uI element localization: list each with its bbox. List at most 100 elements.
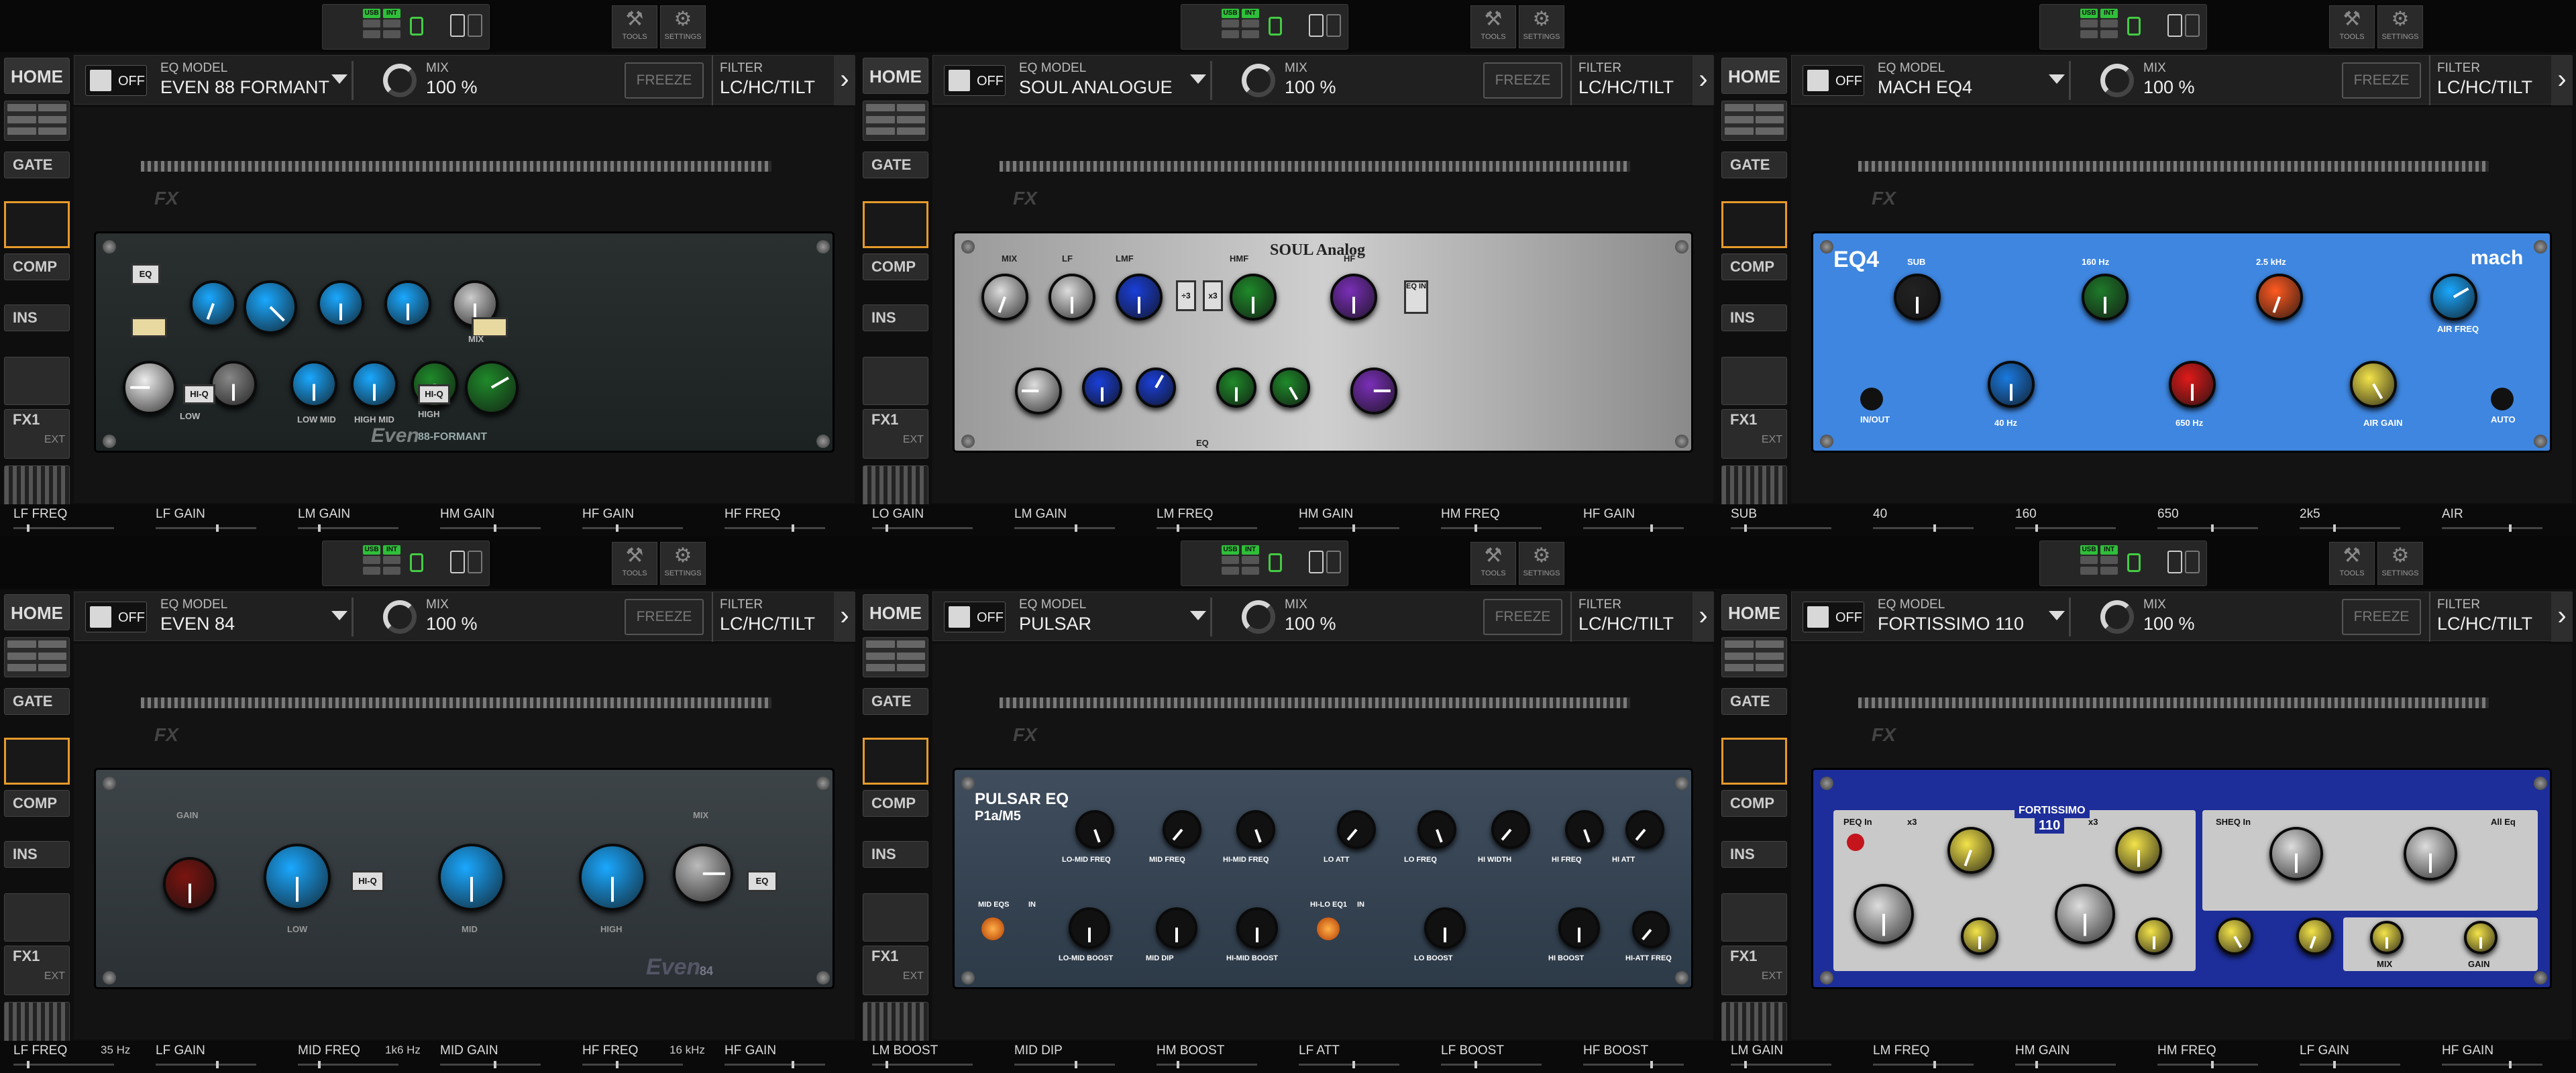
input-gain-knob[interactable] (1721, 893, 1787, 942)
eq-on-off-button[interactable]: OFF (1803, 65, 1864, 96)
filter-button[interactable]: FILTER LC/HC/TILT › (2429, 56, 2573, 105)
comp-button[interactable]: COMP (1721, 253, 1787, 280)
param-thumb[interactable] (2211, 524, 2214, 532)
2k5-knob[interactable] (2256, 274, 2303, 321)
mix-knob[interactable] (383, 64, 417, 97)
eq-on-off-button[interactable]: OFF (944, 65, 1006, 96)
lm-q-knob[interactable] (1961, 917, 1998, 955)
eq-model-dropdown[interactable]: EQ MODEL FORTISSIMO 110 (1870, 598, 2071, 636)
param-track[interactable] (440, 527, 541, 529)
lf-freq-knob[interactable] (1015, 368, 1062, 414)
param-0[interactable]: LF FREQ (13, 507, 148, 536)
input-gain-knob[interactable] (4, 357, 70, 405)
param-track[interactable] (2442, 1064, 2542, 1066)
routing-matrix[interactable] (1721, 637, 1787, 677)
lm-gain-knob[interactable] (1854, 884, 1914, 944)
hmf-q-knob[interactable] (1216, 368, 1256, 408)
param-5[interactable]: AIR (2442, 507, 2576, 536)
routing-matrix[interactable] (1721, 101, 1787, 141)
lmf-freq-knob[interactable] (1136, 368, 1176, 408)
param-track[interactable] (298, 1064, 398, 1066)
param-1[interactable]: MID DIP (1014, 1043, 1148, 1073)
mix-knob[interactable] (1242, 64, 1275, 97)
filter-button[interactable]: FILTER LC/HC/TILT › (1570, 56, 1714, 105)
high-freq-knob[interactable] (579, 844, 646, 911)
gate-button[interactable]: GATE (1721, 688, 1787, 715)
param-thumb[interactable] (1075, 524, 1077, 532)
param-thumb[interactable] (2509, 1061, 2512, 1068)
param-track[interactable] (298, 527, 398, 529)
param-3[interactable]: HM FREQ (2157, 1043, 2292, 1073)
param-track[interactable] (1014, 527, 1115, 529)
param-0[interactable]: LM GAIN (1731, 1043, 1865, 1073)
ins-button[interactable]: INS (1721, 304, 1787, 331)
param-1[interactable]: LM FREQ (1873, 1043, 2007, 1073)
low-freq-knob[interactable] (264, 844, 331, 911)
comp-button[interactable]: COMP (1721, 790, 1787, 817)
param-thumb[interactable] (2035, 1061, 2038, 1068)
eq-in-button[interactable]: EQ IN (1404, 280, 1428, 314)
param-5[interactable]: HF GAIN (724, 1043, 859, 1073)
mid-freq-knob[interactable] (438, 844, 505, 911)
param-4[interactable]: LF GAIN (2300, 1043, 2434, 1073)
settings-button[interactable]: ⚙ SETTINGS (2377, 542, 2423, 585)
eq-on-off-button[interactable]: OFF (85, 602, 147, 632)
tools-button[interactable]: ⚒ TOOLS (612, 542, 657, 585)
param-track[interactable] (2015, 1064, 2116, 1066)
param-track[interactable] (724, 527, 825, 529)
param-track[interactable] (1873, 1064, 1974, 1066)
param-track[interactable] (1583, 527, 1684, 529)
lf-freq-knob[interactable] (2216, 917, 2253, 955)
param-thumb[interactable] (885, 1061, 888, 1068)
ins-button[interactable]: INS (863, 304, 928, 331)
air-freq-knob[interactable] (2430, 274, 2477, 321)
param-track[interactable] (582, 527, 683, 529)
home-button[interactable]: HOME (4, 58, 70, 94)
fx1-button[interactable]: FX1 EXT (4, 946, 70, 995)
param-track[interactable] (2300, 527, 2400, 529)
hmf-freq-knob[interactable] (1270, 368, 1310, 408)
lf-shape-switch[interactable] (131, 317, 167, 337)
hi-q-button[interactable]: HI-Q (183, 384, 215, 404)
ins-button[interactable]: INS (4, 841, 70, 868)
param-track[interactable] (724, 1064, 825, 1066)
routing-matrix[interactable] (863, 101, 928, 141)
mid-dip-knob[interactable] (1156, 907, 1197, 949)
input-gain-knob[interactable] (1721, 357, 1787, 405)
peq-in-led[interactable] (1847, 834, 1864, 851)
650hz-knob[interactable] (2169, 361, 2216, 408)
filter-button[interactable]: FILTER LC/HC/TILT › (712, 592, 855, 642)
mix-knob[interactable] (2100, 64, 2134, 97)
param-thumb[interactable] (216, 524, 219, 532)
param-1[interactable]: 40 (1873, 507, 2007, 536)
param-track[interactable] (1157, 1064, 1257, 1066)
hi-att-freq-knob[interactable] (1632, 911, 1670, 948)
ins-button[interactable]: INS (863, 841, 928, 868)
param-track[interactable] (1299, 1064, 1399, 1066)
param-0[interactable]: SUB (1731, 507, 1865, 536)
param-thumb[interactable] (1650, 524, 1653, 532)
param-thumb[interactable] (616, 524, 619, 532)
eq-slot-selected[interactable] (4, 738, 70, 785)
param-thumb[interactable] (1352, 1061, 1355, 1068)
lf-gain-knob[interactable] (210, 361, 257, 408)
param-track[interactable] (2015, 527, 2116, 529)
hmf-freq-knob[interactable] (317, 280, 364, 327)
param-thumb[interactable] (1933, 524, 1936, 532)
hi-q-button[interactable]: HI-Q (418, 384, 450, 404)
freeze-button[interactable]: FREEZE (625, 599, 704, 635)
comp-button[interactable]: COMP (4, 790, 70, 817)
param-track[interactable] (2157, 527, 2258, 529)
param-5[interactable]: HF GAIN (1583, 507, 1717, 536)
param-3[interactable]: 650 (2157, 507, 2292, 536)
hi-width-knob[interactable] (1491, 810, 1530, 849)
fx1-button[interactable]: FX1 EXT (863, 409, 928, 459)
hi-mid-freq-knob[interactable] (1236, 810, 1275, 849)
eq-on-off-button[interactable]: OFF (1803, 602, 1864, 632)
freeze-button[interactable]: FREEZE (1483, 62, 1562, 99)
param-track[interactable] (1157, 527, 1257, 529)
eq-on-off-button[interactable]: OFF (944, 602, 1006, 632)
param-2[interactable]: 160 (2015, 507, 2149, 536)
eq-model-dropdown[interactable]: EQ MODEL MACH EQ4 (1870, 61, 2071, 100)
hf-gain-knob[interactable] (1330, 274, 1377, 321)
